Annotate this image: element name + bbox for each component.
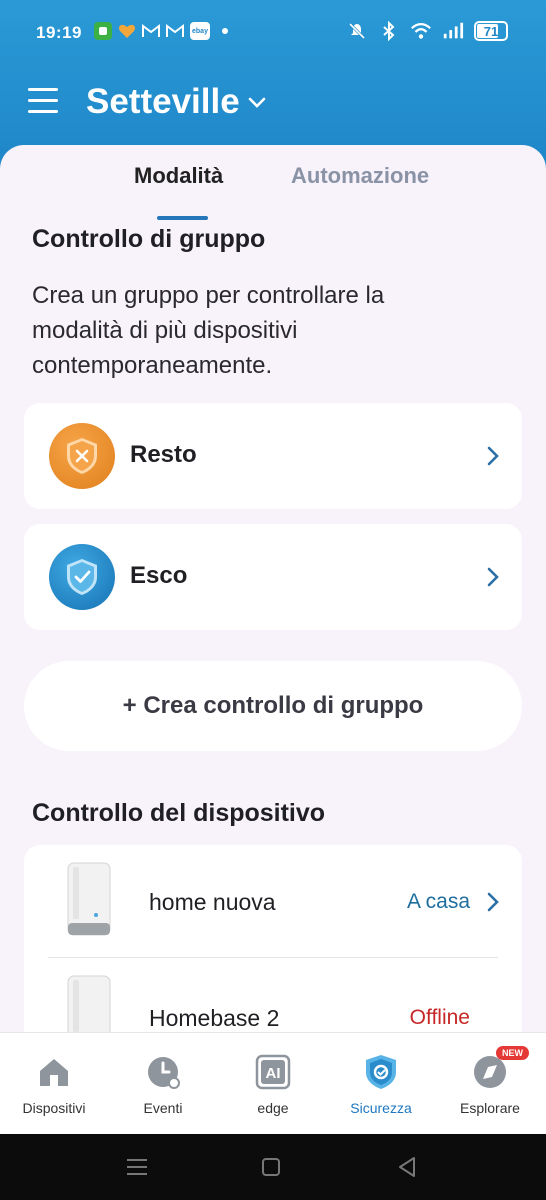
notification-icons: ebay xyxy=(94,22,228,40)
chevron-down-icon xyxy=(248,97,266,108)
nav-eventi[interactable]: Eventi xyxy=(113,1053,213,1116)
active-tab-indicator xyxy=(157,216,208,220)
create-group-button[interactable]: + Crea controllo di gruppo xyxy=(24,661,522,751)
shield-check-icon xyxy=(49,544,115,610)
mode-tabs: Modalità Automazione xyxy=(0,163,546,220)
security-shield-icon xyxy=(362,1053,400,1091)
nav-esplorare[interactable]: NEW Esplorare xyxy=(440,1046,540,1116)
shield-x-icon xyxy=(49,423,115,489)
gmail-icon xyxy=(166,22,184,40)
device-status: A casa xyxy=(406,890,470,913)
nav-label: Eventi xyxy=(143,1100,183,1116)
device-control-title: Controllo del dispositivo xyxy=(32,799,326,827)
group-item-esco[interactable]: Esco xyxy=(24,524,522,630)
tab-automazione[interactable]: Automazione xyxy=(291,163,429,189)
hamburger-icon[interactable] xyxy=(28,88,58,114)
device-row-homebase-2[interactable]: Homebase 2 Offline xyxy=(24,958,522,1035)
mute-icon xyxy=(346,20,368,42)
tab-modalita[interactable]: Modalità xyxy=(134,163,223,189)
homebase-device-icon xyxy=(67,862,111,936)
clock-icon xyxy=(144,1053,182,1091)
battery-icon: 71 xyxy=(474,21,508,41)
svg-text:AI: AI xyxy=(266,1065,281,1082)
nav-label: Sicurezza xyxy=(350,1100,412,1116)
device-name: Homebase 2 xyxy=(149,1005,280,1031)
wifi-icon xyxy=(410,20,432,42)
bluetooth-icon xyxy=(378,20,400,42)
app-header: Setteville xyxy=(0,70,546,140)
status-bar: 19:19 ebay 71 xyxy=(0,0,546,64)
group-name: Esco xyxy=(130,562,188,589)
home-icon xyxy=(35,1053,73,1091)
system-status-icons: 71 xyxy=(346,20,508,42)
device-status: Offline xyxy=(409,1006,470,1029)
heart-icon xyxy=(118,22,136,40)
ebay-icon: ebay xyxy=(190,22,210,40)
chevron-right-icon xyxy=(487,892,499,912)
dot-icon xyxy=(222,28,228,34)
homebase-device-icon xyxy=(67,975,111,1035)
back-icon[interactable] xyxy=(394,1154,420,1180)
nav-edge[interactable]: AI edge xyxy=(223,1053,323,1116)
battery-level: 71 xyxy=(483,23,499,39)
main-content: Modalità Automazione Controllo di gruppo… xyxy=(0,145,546,1035)
new-badge: NEW xyxy=(496,1046,529,1060)
nav-label: Dispositivi xyxy=(22,1100,86,1116)
app-icon-green xyxy=(94,22,112,40)
signal-icon xyxy=(442,20,464,42)
explore-icon: NEW xyxy=(471,1046,529,1091)
system-navigation-bar xyxy=(0,1134,546,1200)
group-name: Resto xyxy=(130,441,197,468)
home-selector[interactable]: Setteville xyxy=(86,82,268,122)
device-row-home-nuova[interactable]: home nuova A casa xyxy=(24,845,522,957)
nav-sicurezza[interactable]: Sicurezza xyxy=(331,1053,431,1116)
chevron-right-icon xyxy=(487,567,499,587)
gmail-icon xyxy=(142,22,160,40)
nav-dispositivi[interactable]: Dispositivi xyxy=(4,1053,104,1116)
recent-apps-icon[interactable] xyxy=(124,1154,150,1180)
page-title: Setteville xyxy=(86,82,240,121)
nav-label: edge xyxy=(257,1100,289,1116)
group-item-resto[interactable]: Resto xyxy=(24,403,522,509)
nav-label: Esplorare xyxy=(460,1100,520,1116)
ai-icon: AI xyxy=(254,1053,292,1091)
chevron-right-icon xyxy=(487,446,499,466)
device-list: home nuova A casa Homebase 2 Offline xyxy=(24,845,522,1035)
bottom-navigation: Dispositivi Eventi AI edge Sicurezza NEW… xyxy=(0,1032,546,1134)
home-button-icon[interactable] xyxy=(258,1154,284,1180)
group-control-description: Crea un gruppo per controllare la modali… xyxy=(32,282,385,379)
status-time: 19:19 xyxy=(36,23,82,42)
device-name: home nuova xyxy=(149,889,276,915)
group-control-title: Controllo di gruppo xyxy=(32,225,266,253)
